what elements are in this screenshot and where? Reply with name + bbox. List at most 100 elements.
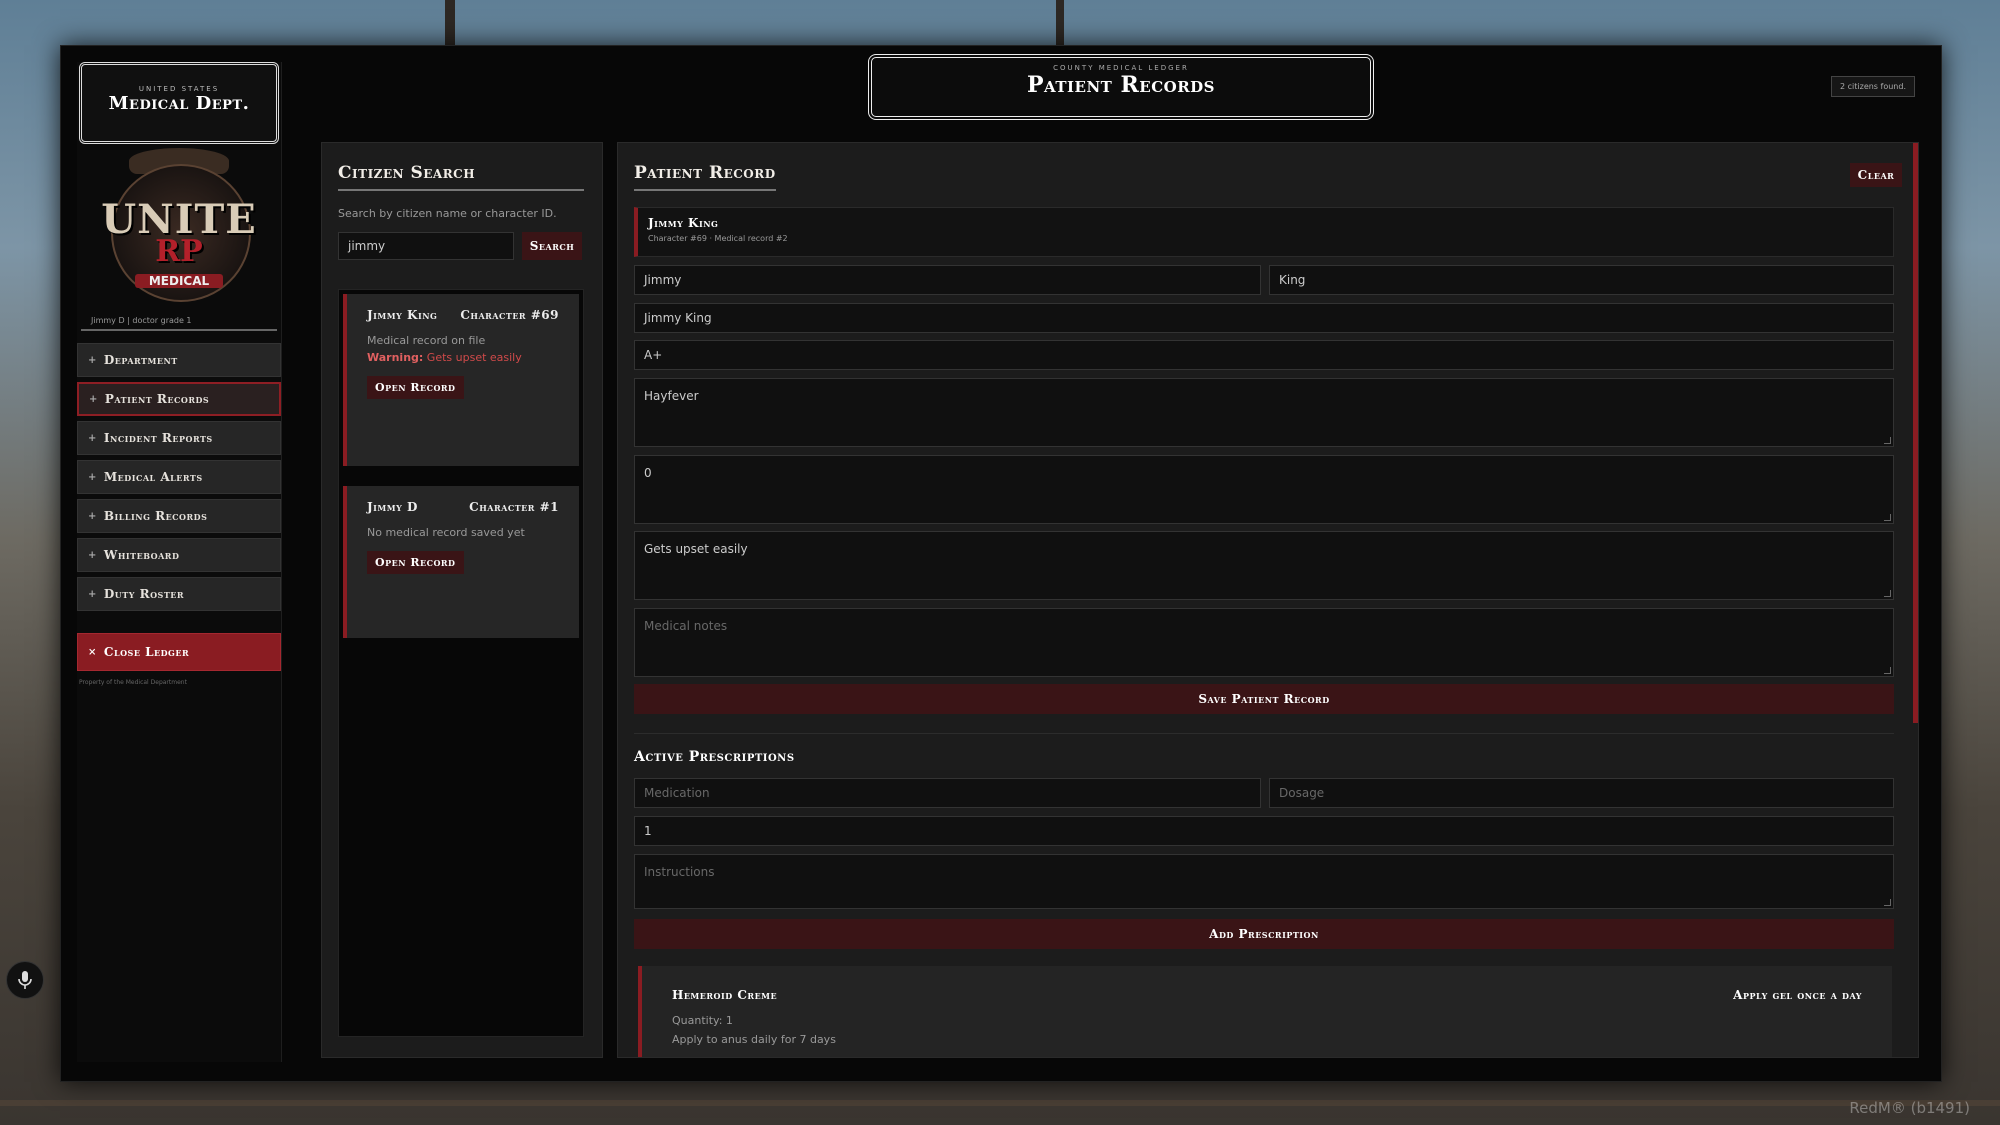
allergies-value: Hayfever — [644, 389, 699, 403]
sidebar-item-label: Department — [103, 353, 178, 367]
resize-grip-icon[interactable] — [1884, 590, 1891, 597]
resize-grip-icon[interactable] — [1884, 514, 1891, 521]
search-input[interactable]: jimmy — [338, 232, 514, 260]
sidebar-item-billing-records[interactable]: + Billing Records — [77, 499, 281, 533]
add-prescription-button[interactable]: Add Prescription — [634, 919, 1894, 949]
allergies-textarea[interactable]: Hayfever — [634, 378, 1894, 447]
header-subtitle: COUNTY MEDICAL LEDGER — [1053, 64, 1189, 72]
warning-label: Warning: — [367, 351, 424, 364]
result-character-id: Character #69 — [460, 308, 559, 322]
bullet-icon: + — [88, 588, 97, 600]
first-name-field[interactable]: Jimmy — [634, 265, 1261, 295]
sidebar-item-patient-records[interactable]: + Patient Records — [77, 382, 281, 416]
search-results-list: Jimmy King Character #69 Medical record … — [338, 289, 584, 1037]
sidebar: UNITED STATES Medical Dept. UNITE RP MED… — [77, 62, 282, 1062]
record-banner-meta: Character #69 · Medical record #2 — [648, 234, 788, 243]
medication-input[interactable]: Medication — [634, 778, 1261, 808]
active-prescriptions-title: Active Prescriptions — [634, 749, 795, 765]
sidebar-item-label: Medical Alerts — [103, 470, 203, 484]
close-ledger-button[interactable]: × Close Ledger — [77, 633, 281, 671]
conditions-value: 0 — [644, 466, 652, 480]
warnings-textarea[interactable]: Gets upset easily — [634, 531, 1894, 600]
conditions-textarea[interactable]: 0 — [634, 455, 1894, 524]
sidebar-item-duty-roster[interactable]: + Duty Roster — [77, 577, 281, 611]
bullet-icon: + — [89, 393, 98, 405]
microphone-icon — [6, 961, 44, 999]
record-banner: Jimmy King Character #69 · Medical recor… — [634, 207, 1894, 257]
instructions-placeholder: Instructions — [644, 865, 715, 879]
sidebar-item-label: Whiteboard — [103, 548, 180, 562]
resize-grip-icon[interactable] — [1884, 437, 1891, 444]
result-name: Jimmy King — [367, 308, 438, 322]
sidebar-item-label: Patient Records — [104, 392, 210, 406]
search-row: jimmy Search — [338, 232, 586, 260]
prescription-instructions: Apply to anus daily for 7 days — [672, 1033, 836, 1046]
bullet-icon: + — [88, 471, 97, 483]
result-status: No medical record saved yet — [367, 526, 525, 539]
microphone-glyph — [18, 971, 32, 989]
sidebar-footer: Property of the Medical Department — [79, 679, 187, 686]
user-info: Jimmy D | doctor grade 1 — [81, 314, 277, 331]
open-record-button[interactable]: Open Record — [367, 376, 464, 399]
section-divider — [634, 733, 1894, 734]
redm-watermark: RedM® (b1491) — [1849, 1099, 1970, 1117]
prescription-dosage: Apply gel once a day — [1733, 988, 1862, 1002]
close-icon: × — [88, 646, 97, 658]
sidebar-item-incident-reports[interactable]: + Incident Reports — [77, 421, 281, 455]
patient-record-panel: Patient Record Clear Jimmy King Characte… — [617, 142, 1919, 1058]
result-header: Jimmy King Character #69 — [367, 308, 559, 322]
unite-rp-logo: UNITE RP MEDICAL — [77, 144, 281, 314]
background-post — [1056, 0, 1064, 45]
result-card[interactable]: Jimmy King Character #69 Medical record … — [343, 294, 579, 466]
search-help-text: Search by citizen name or character ID. — [338, 207, 557, 220]
full-name-field[interactable]: Jimmy King — [634, 303, 1894, 333]
record-banner-name: Jimmy King — [648, 216, 719, 230]
resize-grip-icon[interactable] — [1884, 899, 1891, 906]
result-name: Jimmy D — [367, 500, 418, 514]
last-name-field[interactable]: King — [1269, 265, 1894, 295]
sidebar-item-label: Duty Roster — [103, 587, 185, 601]
warning-text: Gets upset easily — [426, 351, 522, 364]
sidebar-item-medical-alerts[interactable]: + Medical Alerts — [77, 460, 281, 494]
result-status: Medical record on file — [367, 334, 486, 347]
citizen-search-title: Citizen Search — [338, 163, 584, 191]
warnings-value: Gets upset easily — [644, 542, 748, 556]
bullet-icon: + — [88, 510, 97, 522]
medical-notes-placeholder: Medical notes — [644, 619, 728, 633]
background-rail — [0, 1100, 2000, 1106]
brand-subtitle: UNITED STATES — [138, 85, 220, 93]
logo-text-medical: MEDICAL — [135, 274, 223, 288]
brand-box: UNITED STATES Medical Dept. — [79, 62, 279, 144]
patient-record-title: Patient Record — [634, 163, 776, 191]
prescription-header: Hemeroid Creme Apply gel once a day — [672, 988, 1862, 1002]
result-warning: Warning: Gets upset easily — [367, 351, 559, 364]
logo-text-rp: RP — [155, 234, 203, 269]
result-card[interactable]: Jimmy D Character #1 No medical record s… — [343, 486, 579, 638]
open-record-button[interactable]: Open Record — [367, 551, 464, 574]
sidebar-item-whiteboard[interactable]: + Whiteboard — [77, 538, 281, 572]
prescription-name: Hemeroid Creme — [672, 988, 778, 1002]
save-patient-record-button[interactable]: Save Patient Record — [634, 684, 1894, 714]
sidebar-item-department[interactable]: + Department — [77, 343, 281, 377]
medical-ledger-window: UNITED STATES Medical Dept. UNITE RP MED… — [60, 45, 1942, 1082]
citizen-search-panel: Citizen Search Search by citizen name or… — [321, 142, 603, 1058]
bullet-icon: + — [88, 549, 97, 561]
scrollbar[interactable] — [1913, 143, 1918, 723]
quantity-input[interactable]: 1 — [634, 816, 1894, 846]
sidebar-item-label: Incident Reports — [103, 431, 213, 445]
search-button[interactable]: Search — [522, 232, 582, 260]
blood-type-field[interactable]: A+ — [634, 340, 1894, 370]
medical-notes-textarea[interactable]: Medical notes — [634, 608, 1894, 677]
sidebar-item-label: Billing Records — [103, 509, 208, 523]
clear-button[interactable]: Clear — [1850, 163, 1902, 187]
prescription-quantity: Quantity: 1 — [672, 1014, 733, 1027]
instructions-textarea[interactable]: Instructions — [634, 854, 1894, 909]
background-post — [445, 0, 455, 45]
dosage-input[interactable]: Dosage — [1269, 778, 1894, 808]
results-count-badge: 2 citizens found. — [1831, 76, 1915, 97]
prescription-card: Hemeroid Creme Apply gel once a day Quan… — [638, 966, 1892, 1057]
close-ledger-label: Close Ledger — [103, 645, 190, 659]
resize-grip-icon[interactable] — [1884, 667, 1891, 674]
page-header: COUNTY MEDICAL LEDGER Patient Records — [868, 54, 1374, 120]
bullet-icon: + — [88, 432, 97, 444]
